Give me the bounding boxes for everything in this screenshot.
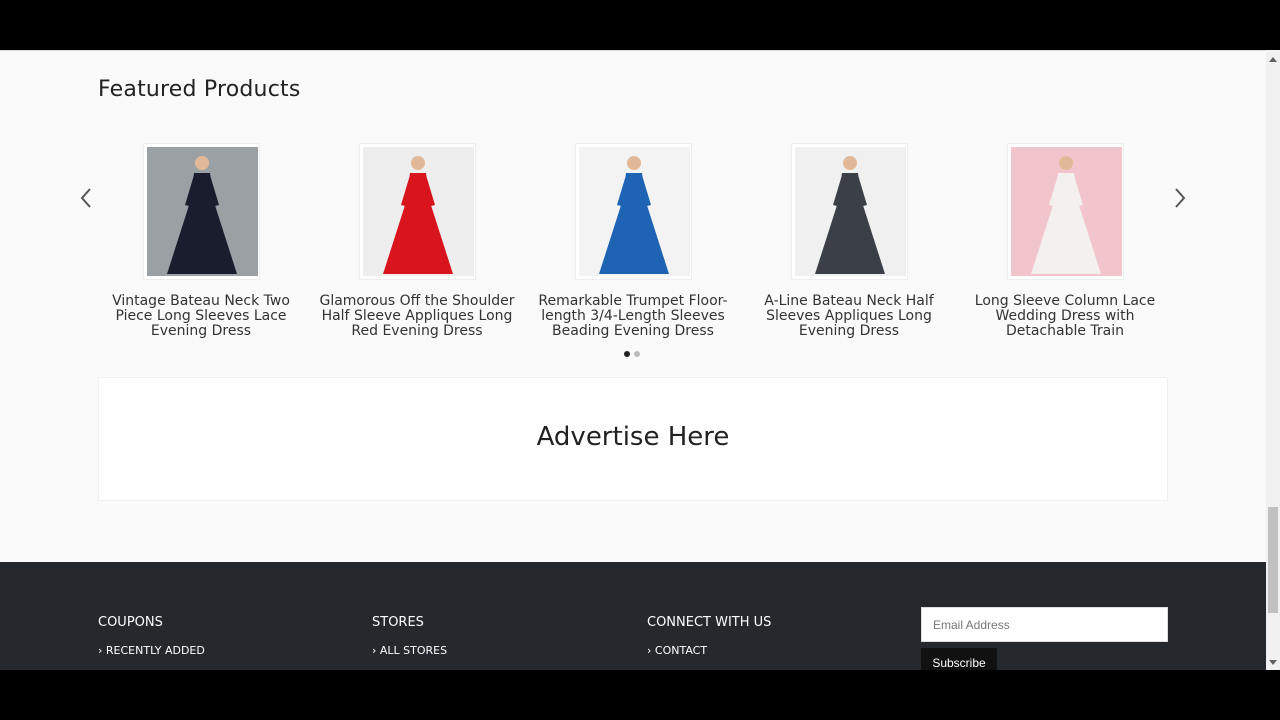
page-viewport: Featured Products Vintage Bateau Neck Tw… [0, 50, 1266, 670]
product-name[interactable]: Vintage Bateau Neck Two Piece Long Sleev… [101, 294, 301, 339]
product-card[interactable]: A-Line Bateau Neck Half Sleeves Applique… [749, 143, 949, 339]
product-image[interactable] [574, 143, 692, 280]
product-image[interactable] [790, 143, 908, 280]
advertisement-text: Advertise Here [536, 422, 730, 452]
scroll-up-icon[interactable] [1269, 57, 1277, 62]
subscribe-button[interactable]: Subscribe [921, 648, 997, 670]
product-name[interactable]: Long Sleeve Column Lace Wedding Dress wi… [965, 294, 1165, 339]
footer-column-connect: CONNECT WITH US › CONTACT [647, 615, 771, 657]
footer-heading: COUPONS [98, 615, 163, 630]
footer-heading: CONNECT WITH US [647, 615, 772, 630]
product-name[interactable]: A-Line Bateau Neck Half Sleeves Applique… [749, 294, 949, 339]
newsletter-email-input[interactable] [921, 607, 1168, 642]
product-name[interactable]: Glamorous Off the Shoulder Half Sleeve A… [317, 294, 517, 339]
footer-link-all-stores[interactable]: › ALL STORES [372, 644, 447, 657]
footer-link-contact[interactable]: › CONTACT [647, 644, 771, 657]
product-card[interactable]: Remarkable Trumpet Floor-length 3/4-Leng… [533, 143, 733, 339]
footer: COUPONS › RECENTLY ADDED STORES › ALL ST… [0, 562, 1266, 670]
product-card[interactable]: Vintage Bateau Neck Two Piece Long Sleev… [101, 143, 301, 339]
advertisement-banner[interactable]: Advertise Here [98, 377, 1168, 501]
carousel-prev-button[interactable] [77, 185, 97, 211]
carousel-dot[interactable] [634, 351, 640, 357]
product-name[interactable]: Remarkable Trumpet Floor-length 3/4-Leng… [533, 294, 733, 339]
footer-column-stores: STORES › ALL STORES [372, 615, 447, 657]
carousel-pagination [624, 351, 640, 357]
scrollbar-thumb[interactable] [1268, 507, 1278, 613]
product-card[interactable]: Long Sleeve Column Lace Wedding Dress wi… [965, 143, 1165, 339]
chevron-right-icon [1175, 188, 1186, 208]
footer-heading: STORES [372, 615, 424, 630]
chevron-left-icon [80, 188, 91, 208]
page-scrollbar[interactable] [1266, 50, 1280, 670]
carousel-next-button[interactable] [1170, 185, 1190, 211]
browser-frame: Featured Products Vintage Bateau Neck Tw… [0, 0, 1280, 720]
featured-products-title: Featured Products [98, 77, 301, 102]
carousel-dot[interactable] [624, 351, 630, 357]
footer-link-recently-added[interactable]: › RECENTLY ADDED [98, 644, 205, 657]
product-image[interactable] [1006, 143, 1124, 280]
footer-column-coupons: COUPONS › RECENTLY ADDED [98, 615, 205, 657]
product-card[interactable]: Glamorous Off the Shoulder Half Sleeve A… [317, 143, 517, 339]
product-image[interactable] [358, 143, 476, 280]
scroll-down-icon[interactable] [1269, 660, 1277, 665]
product-image[interactable] [142, 143, 260, 280]
